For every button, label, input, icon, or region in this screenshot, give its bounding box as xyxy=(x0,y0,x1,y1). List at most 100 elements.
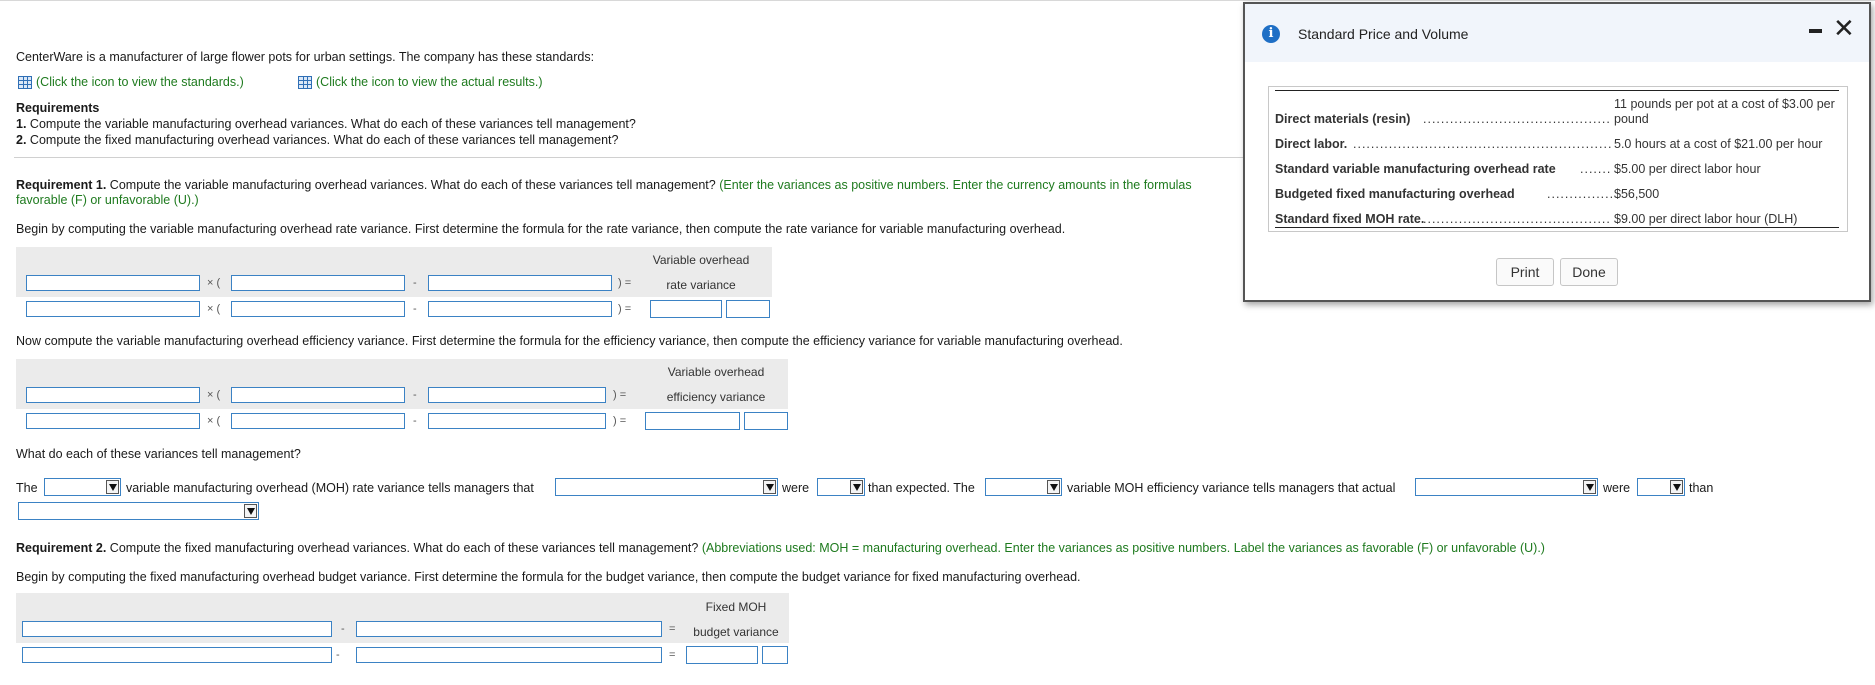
rate-value-input-1[interactable] xyxy=(26,301,200,317)
times-open-paren: × ( xyxy=(207,277,221,289)
efficiency-variance-fav-select[interactable] xyxy=(985,478,1062,496)
rate-variance-header-1: Variable overhead xyxy=(652,253,750,267)
chevron-down-icon xyxy=(1047,480,1060,494)
efficiency-variance-amount-input[interactable] xyxy=(645,412,740,430)
row-label: Budgeted fixed manufacturing overhead xyxy=(1275,187,1515,201)
tell-management-question: What do each of these variances tell man… xyxy=(16,447,301,461)
requirement-num-2: 2. xyxy=(16,133,27,147)
efficiency-comparison-select[interactable] xyxy=(1637,478,1685,496)
efficiency-value-input-1[interactable] xyxy=(26,413,200,429)
dot-leader: ........................................… xyxy=(1353,137,1612,151)
times-open-paren: × ( xyxy=(207,415,221,427)
budget-value-input-2[interactable] xyxy=(356,647,662,663)
modal-title: Standard Price and Volume xyxy=(1298,26,1469,42)
rate-formula-input-3[interactable] xyxy=(428,275,612,291)
rate-variance-amount-input[interactable] xyxy=(650,300,722,318)
sentence-than: than xyxy=(1689,481,1714,495)
close-paren-equals: ) = xyxy=(613,415,627,427)
rate-variance-header-2: rate variance xyxy=(666,278,736,292)
row-value: 5.0 hours at a cost of $21.00 per hour xyxy=(1614,137,1823,151)
standards-table: Direct materials (resin) ...............… xyxy=(1268,86,1848,232)
chevron-down-icon xyxy=(850,480,863,494)
requirement-text-1: Compute the variable manufacturing overh… xyxy=(29,117,636,131)
minimize-icon[interactable] xyxy=(1809,29,1822,33)
requirement-2-text: Compute the fixed manufacturing overhead… xyxy=(109,541,699,555)
row-label: Direct materials (resin) xyxy=(1275,112,1411,126)
divider xyxy=(14,157,1254,158)
view-actual-results-link[interactable]: (Click the icon to view the actual resul… xyxy=(298,75,542,90)
table-icon xyxy=(18,76,32,89)
requirement-1-label: Requirement 1. xyxy=(16,178,107,192)
requirement-num-1: 1. xyxy=(16,117,27,131)
chevron-down-icon xyxy=(763,480,776,494)
minus-sign: - xyxy=(413,277,417,289)
row-value: $5.00 per direct labor hour xyxy=(1614,162,1761,176)
efficiency-meaning-select[interactable] xyxy=(1415,478,1598,496)
requirement-1-prompt: Requirement 1. Compute the variable manu… xyxy=(16,178,1192,193)
view-standards-link[interactable]: (Click the icon to view the standards.) xyxy=(18,75,244,90)
rate-comparison-select[interactable] xyxy=(817,478,865,496)
modal-header: i Standard Price and Volume ✕ xyxy=(1245,4,1869,62)
row-value: $56,500 xyxy=(1614,187,1660,201)
info-icon: i xyxy=(1262,25,1280,43)
rate-value-input-2[interactable] xyxy=(231,301,405,317)
done-button[interactable]: Done xyxy=(1560,258,1618,286)
view-actual-label: (Click the icon to view the actual resul… xyxy=(316,75,543,89)
efficiency-variance-header-1: Variable overhead xyxy=(667,365,765,379)
efficiency-value-input-3[interactable] xyxy=(428,413,606,429)
sentence-were-2: were xyxy=(1603,481,1631,495)
dot-leader: ........................................… xyxy=(1423,112,1612,126)
requirement-2-instructions: (Abbreviations used: MOH = manufacturing… xyxy=(701,541,1545,555)
rate-variance-label-input[interactable] xyxy=(726,300,770,318)
standards-row-direct-materials: Direct materials (resin) ...............… xyxy=(1275,95,1835,129)
requirement-2-label: Requirement 2. xyxy=(16,541,107,555)
rate-formula-input-1[interactable] xyxy=(26,275,200,291)
equals-sign: = xyxy=(669,649,676,661)
row-value-line-2: pound xyxy=(1614,112,1649,126)
times-open-paren: × ( xyxy=(207,303,221,315)
rate-formula-input-2[interactable] xyxy=(231,275,405,291)
top-border xyxy=(0,0,1875,1)
close-paren-equals: ) = xyxy=(618,303,632,315)
efficiency-variance-header-2: efficiency variance xyxy=(666,390,766,404)
rate-variance-fav-select[interactable] xyxy=(44,478,121,496)
close-icon[interactable]: ✕ xyxy=(1833,16,1855,42)
standards-row-direct-labor: Direct labor. ..........................… xyxy=(1275,129,1835,154)
rate-variance-meaning-select[interactable] xyxy=(555,478,778,496)
row-value-line-1: 11 pounds per pot at a cost of $3.00 per xyxy=(1614,97,1835,111)
row-value: $9.00 per direct labor hour (DLH) xyxy=(1614,212,1798,226)
view-standards-label: (Click the icon to view the standards.) xyxy=(36,75,244,89)
standards-row-budgeted-fixed-moh: Budgeted fixed manufacturing overhead ..… xyxy=(1275,179,1835,204)
minus-sign: - xyxy=(413,415,417,427)
budget-variance-header-1: Fixed MOH xyxy=(705,600,767,614)
efficiency-expected-select[interactable] xyxy=(18,502,259,520)
dot-leader: ........................................… xyxy=(1423,212,1612,226)
sentence-than-expected: than expected. The xyxy=(868,481,975,495)
standards-row-variable-moh-rate: Standard variable manufacturing overhead… xyxy=(1275,154,1835,179)
close-paren-equals: ) = xyxy=(613,389,627,401)
budget-value-input-1[interactable] xyxy=(22,647,332,663)
budget-variance-amount-input[interactable] xyxy=(686,646,758,664)
budget-variance-label-input[interactable] xyxy=(762,646,788,664)
efficiency-formula-input-3[interactable] xyxy=(428,387,606,403)
budget-formula-input-2[interactable] xyxy=(356,621,662,637)
efficiency-formula-input-2[interactable] xyxy=(231,387,405,403)
row-label: Standard fixed MOH rate. xyxy=(1275,212,1425,226)
chevron-down-icon xyxy=(244,504,257,518)
budget-formula-input-1[interactable] xyxy=(22,621,332,637)
budget-variance-header-2: budget variance xyxy=(693,625,779,639)
minus-sign: - xyxy=(413,303,417,315)
times-open-paren: × ( xyxy=(207,389,221,401)
efficiency-variance-label-input[interactable] xyxy=(744,412,788,430)
rate-value-input-3[interactable] xyxy=(428,301,612,317)
minus-sign: - xyxy=(341,623,345,635)
efficiency-value-input-2[interactable] xyxy=(231,413,405,429)
print-button[interactable]: Print xyxy=(1496,258,1554,286)
requirement-1-instructions: (Enter the variances as positive numbers… xyxy=(719,178,1192,192)
requirement-1-instructions-cont: favorable (F) or unfavorable (U).) xyxy=(16,193,199,207)
efficiency-formula-input-1[interactable] xyxy=(26,387,200,403)
chevron-down-icon xyxy=(1583,480,1596,494)
dot-leader: .......... xyxy=(1580,162,1612,176)
intro-text: CenterWare is a manufacturer of large fl… xyxy=(16,50,595,64)
standards-row-fixed-moh-rate: Standard fixed MOH rate. ...............… xyxy=(1275,204,1835,229)
